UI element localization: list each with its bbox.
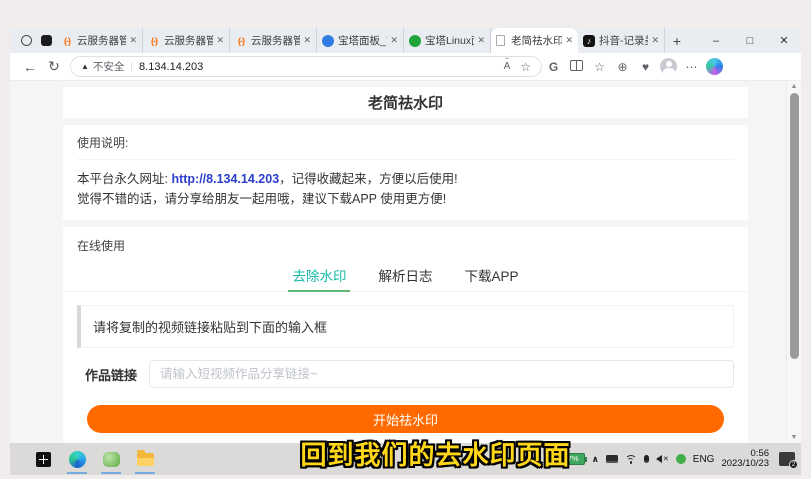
notification-badge: 2: [789, 460, 798, 469]
tab-close-icon[interactable]: ✕: [390, 35, 398, 46]
scrollbar-thumb[interactable]: [790, 93, 799, 359]
tab-download-app[interactable]: 下载APP: [448, 262, 534, 291]
collections-icon[interactable]: ⊕: [611, 60, 634, 74]
tab-parse-log[interactable]: 解析日志: [362, 262, 448, 291]
tab-close-icon[interactable]: ✕: [129, 35, 137, 46]
green-status-icon[interactable]: [676, 454, 686, 464]
douyin-favicon-icon: ♪: [583, 35, 595, 47]
start-remove-watermark-button[interactable]: 开始祛水印: [87, 405, 724, 433]
tab-close-icon[interactable]: ✕: [216, 35, 224, 46]
browser-tab[interactable]: (-) 云服务器管理✕: [230, 28, 317, 53]
not-secure-warning-icon: ▲: [81, 62, 89, 71]
online-use-heading: 在线使用: [63, 227, 748, 262]
online-use-card: 在线使用 去除水印 解析日志 下载APP 请将复制的视频链接粘贴到下面的输入框 …: [63, 227, 748, 443]
notification-center-icon[interactable]: 2: [779, 452, 795, 466]
back-icon[interactable]: ←: [18, 59, 42, 75]
language-indicator[interactable]: ENG: [693, 454, 715, 465]
address-divider: |: [130, 61, 133, 72]
close-button[interactable]: ✕: [767, 28, 801, 53]
scroll-down-icon[interactable]: ▼: [787, 434, 801, 441]
paste-hint-quote: 请将复制的视频链接粘贴到下面的输入框: [77, 305, 734, 348]
tab-title: 云服务器管理: [77, 33, 126, 48]
browser-tab[interactable]: 宝塔面板_首✕: [317, 28, 404, 53]
aliyun-favicon-icon: (-): [235, 35, 247, 47]
browser-tab[interactable]: ♪ 抖音-记录美✕: [578, 28, 665, 53]
time: 0:56: [751, 448, 770, 459]
baota-linux-favicon-icon: [409, 35, 421, 47]
tab-title: 云服务器管理: [164, 33, 213, 48]
link-form-row: 作品链接: [77, 360, 734, 388]
tab-close-icon[interactable]: ✕: [477, 35, 485, 46]
baota-favicon-icon: [322, 35, 334, 47]
extension-icon[interactable]: G: [542, 60, 565, 74]
new-tab-button[interactable]: +: [665, 29, 689, 53]
start-button[interactable]: [26, 443, 60, 475]
tab-close-icon[interactable]: ✕: [651, 35, 659, 46]
split-screen-icon[interactable]: [565, 60, 588, 74]
permanent-url-link[interactable]: http://8.134.14.203: [171, 172, 279, 186]
window-controls: – □ ✕: [699, 28, 801, 53]
profile-avatar[interactable]: [660, 58, 677, 75]
instructions-line2: 觉得不错的话，请分享给朋友一起用哦，建议下载APP 使用更方便!: [77, 189, 734, 209]
read-aloud-icon[interactable]: Aˆ: [504, 61, 511, 72]
speaker-muted-icon[interactable]: ✕: [656, 455, 669, 463]
browser-tab[interactable]: 宝塔Linux面✕: [404, 28, 491, 53]
taskbar-edge-icon[interactable]: [60, 443, 94, 475]
date: 2023/10/23: [721, 458, 769, 469]
document-favicon-icon: [496, 35, 505, 46]
browser-tab[interactable]: (-) 云服务器管理✕: [56, 28, 143, 53]
page-title: 老简祛水印: [368, 92, 443, 113]
video-subtitle: 回到我们的去水印页面: [300, 435, 570, 472]
work-link-label: 作品链接: [77, 365, 149, 384]
instructions-card: 使用说明: 本平台永久网址: http://8.134.14.203，记得收藏起…: [63, 125, 748, 220]
clock[interactable]: 0:56 2023/10/23: [721, 449, 769, 470]
tab-close-icon[interactable]: ✕: [565, 35, 573, 46]
tab-remove-watermark[interactable]: 去除水印: [276, 262, 362, 291]
taskbar-green-app-icon[interactable]: [94, 443, 128, 475]
instructions-heading: 使用说明:: [77, 134, 734, 160]
scroll-up-icon[interactable]: ▲: [787, 83, 801, 90]
work-link-input[interactable]: [149, 360, 734, 388]
browser-toolbar: ← ↻ ▲ 不安全 | 8.134.14.203 Aˆ ☆ G ☆ ⊕ ♥ ⋯: [10, 53, 801, 81]
workspaces-icon[interactable]: [16, 32, 36, 50]
favorites-icon[interactable]: ☆: [588, 60, 611, 74]
browser-window: (-)云服务器管理✕(-)云服务器管理✕(-)云服务器管理✕宝塔面板_首✕宝塔L…: [10, 28, 801, 475]
tab-strip: (-)云服务器管理✕(-)云服务器管理✕(-)云服务器管理✕宝塔面板_首✕宝塔L…: [10, 28, 801, 53]
not-secure-label[interactable]: 不安全: [93, 59, 125, 74]
add-favorite-icon[interactable]: ☆: [520, 60, 531, 74]
instructions-line1: 本平台永久网址: http://8.134.14.203，记得收藏起来，方便以后…: [77, 169, 734, 189]
address-bar[interactable]: ▲ 不安全 | 8.134.14.203 Aˆ ☆: [70, 56, 542, 77]
browser-tab[interactable]: (-) 云服务器管理✕: [143, 28, 230, 53]
system-tray: 97% ∧ ✕ ENG 0:56 2023/10/23 2: [543, 443, 795, 475]
tab-title: 老简祛水印-在: [511, 33, 562, 48]
page-title-card: 老简祛水印: [63, 87, 748, 118]
tab-title: 宝塔Linux面: [425, 33, 474, 48]
aliyun-favicon-icon: (-): [61, 35, 73, 47]
tab-close-icon[interactable]: ✕: [303, 35, 311, 46]
more-options-icon[interactable]: ⋯: [680, 60, 703, 74]
browser-tab[interactable]: 老简祛水印-在✕: [491, 28, 578, 53]
laptop-tray-icon[interactable]: [606, 455, 618, 463]
taskbar-folder-icon[interactable]: [128, 443, 162, 475]
wifi-icon[interactable]: [625, 455, 637, 464]
maximize-button[interactable]: □: [733, 28, 767, 53]
page-tab-bar: 去除水印 解析日志 下载APP: [63, 262, 748, 292]
page-scrollbar[interactable]: ▲ ▼: [786, 81, 801, 443]
url-text[interactable]: 8.134.14.203: [139, 61, 203, 73]
hidden-icons-chevron[interactable]: ∧: [592, 454, 599, 465]
minimize-button[interactable]: –: [699, 28, 733, 53]
browser-essentials-icon[interactable]: ♥: [634, 60, 657, 74]
page-content: 老简祛水印 使用说明: 本平台永久网址: http://8.134.14.203…: [10, 81, 801, 443]
aliyun-favicon-icon: (-): [148, 35, 160, 47]
reload-icon[interactable]: ↻: [42, 58, 66, 75]
tab-title: 抖音-记录美: [599, 33, 648, 48]
microphone-icon[interactable]: [644, 455, 649, 463]
tab-list: (-)云服务器管理✕(-)云服务器管理✕(-)云服务器管理✕宝塔面板_首✕宝塔L…: [56, 28, 665, 53]
tab-title: 宝塔面板_首: [338, 33, 387, 48]
tab-title: 云服务器管理: [251, 33, 300, 48]
tab-actions-icon[interactable]: [36, 32, 56, 50]
copilot-icon[interactable]: [706, 58, 723, 75]
